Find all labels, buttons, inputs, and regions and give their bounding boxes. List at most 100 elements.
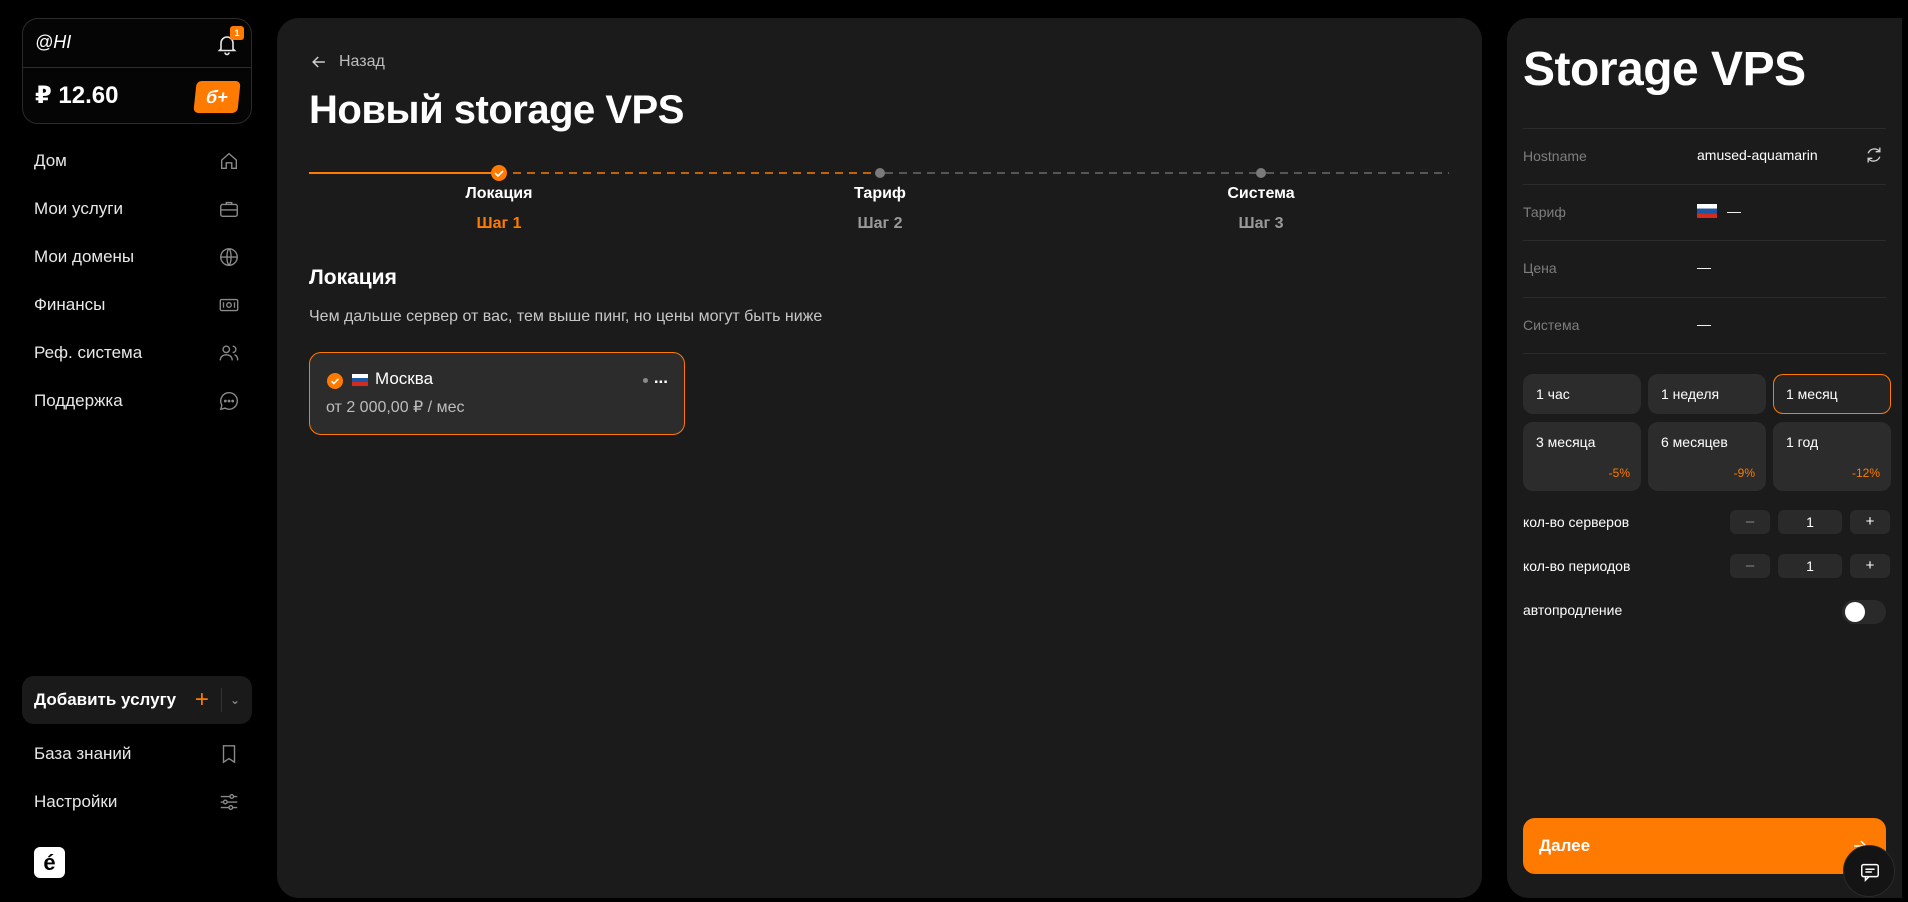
periods-quantity-value[interactable]: 1	[1778, 554, 1842, 578]
main-nav: Дом Мои услуги Мои домены Финансы Реф. с…	[22, 137, 252, 425]
russia-flag-icon	[1697, 204, 1717, 218]
nav-item-label: Поддержка	[34, 391, 123, 410]
add-service-button[interactable]: Добавить услугу + ⌄	[22, 676, 252, 724]
back-label: Назад	[339, 53, 385, 70]
divider	[1523, 353, 1886, 354]
price-value: —	[1697, 259, 1711, 275]
autorenew-label: автопродление	[1523, 602, 1623, 618]
servers-increment-button[interactable]: +	[1850, 510, 1890, 534]
nav-item-referral[interactable]: Реф. система	[22, 329, 252, 377]
period-6-months[interactable]: 6 месяцев -9%	[1648, 422, 1766, 491]
step-2-marker	[875, 168, 885, 178]
period-label: 1 неделя	[1661, 386, 1720, 402]
step-1-label[interactable]: Локация	[399, 185, 599, 203]
step-2-label[interactable]: Тариф	[780, 185, 980, 203]
period-label: 1 год	[1786, 434, 1819, 450]
globe-icon	[220, 248, 238, 266]
summary-title: Storage VPS	[1523, 43, 1806, 96]
order-summary-panel: Storage VPS Hostname amused-aquamarin Та…	[1507, 18, 1902, 898]
refresh-icon[interactable]	[1864, 145, 1884, 165]
username[interactable]: @HI	[35, 32, 71, 53]
location-card-moscow[interactable]: Москва ... от 2 000,00 ₽ / мес	[309, 352, 685, 435]
chevron-down-icon[interactable]: ⌄	[230, 693, 240, 707]
periods-decrement-button[interactable]: –	[1730, 554, 1770, 578]
brand-logo[interactable]: é	[34, 847, 65, 878]
step-3-sub: Шаг 3	[1238, 215, 1284, 232]
nav-item-settings[interactable]: Настройки	[22, 778, 252, 826]
step-3-marker	[1256, 168, 1266, 178]
servers-decrement-button[interactable]: –	[1730, 510, 1770, 534]
next-button[interactable]: Далее	[1523, 818, 1886, 874]
period-label: 1 месяц	[1786, 386, 1838, 402]
period-discount: -12%	[1851, 466, 1880, 480]
step-1-done-marker	[491, 165, 507, 181]
summary-row-hostname: Hostname amused-aquamarin	[1523, 128, 1886, 184]
sliders-icon	[220, 793, 238, 811]
servers-quantity-value[interactable]: 1	[1778, 510, 1842, 534]
periods-quantity-row: кол-во периодов – 1 +	[1523, 551, 1890, 581]
period-1-week[interactable]: 1 неделя	[1648, 374, 1766, 414]
servers-quantity-row: кол-во серверов – 1 +	[1523, 507, 1890, 537]
page-title: Новый storage VPS	[309, 88, 684, 132]
nav-item-label: Мои услуги	[34, 199, 123, 218]
hostname-value[interactable]: amused-aquamarin	[1697, 147, 1818, 163]
nav-item-label: База знаний	[34, 744, 132, 763]
back-button[interactable]: Назад	[309, 52, 385, 72]
servers-label: кол-во серверов	[1523, 514, 1630, 530]
balance: ₽ 12.60	[35, 82, 119, 109]
row-key: Тариф	[1523, 204, 1566, 220]
location-name: Москва	[375, 369, 434, 388]
nav-item-domains[interactable]: Мои домены	[22, 233, 252, 281]
period-1-year[interactable]: 1 год -12%	[1773, 422, 1891, 491]
briefcase-icon	[220, 201, 238, 218]
nav-item-services[interactable]: Мои услуги	[22, 185, 252, 233]
toggle-knob	[1845, 602, 1865, 622]
nav-item-knowledge-base[interactable]: База знаний	[22, 730, 252, 778]
app: @HI 1 ₽ 12.60 б+ Дом Мои услуги Мои доме…	[0, 0, 1908, 902]
location-price: от 2 000,00 ₽ / мес	[326, 399, 465, 416]
home-icon	[220, 152, 238, 170]
nav-item-support[interactable]: Поддержка	[22, 377, 252, 425]
row-key: Система	[1523, 317, 1580, 333]
more-options-button[interactable]: ...	[654, 368, 668, 388]
summary-row-tariff: Тариф —	[1523, 184, 1886, 240]
cash-icon	[219, 298, 239, 312]
step-2-sub: Шаг 2	[857, 215, 903, 232]
users-icon	[219, 345, 239, 361]
period-discount: -9%	[1733, 466, 1755, 480]
secondary-nav: База знаний Настройки	[22, 730, 252, 826]
chat-icon	[1861, 863, 1879, 883]
section-title: Локация	[309, 266, 397, 289]
arrow-left-icon	[312, 56, 325, 68]
row-value-wrap: —	[1697, 203, 1741, 219]
periods-label: кол-во периодов	[1523, 558, 1631, 574]
period-3-months[interactable]: 3 месяца -5%	[1523, 422, 1641, 491]
nav-item-home[interactable]: Дом	[22, 137, 252, 185]
period-1-month[interactable]: 1 месяц	[1773, 374, 1891, 414]
period-label: 6 месяцев	[1661, 434, 1728, 450]
notification-badge: 1	[230, 26, 244, 40]
notifications-button[interactable]: 1	[215, 26, 244, 56]
add-service-label: Добавить услугу	[34, 690, 177, 709]
live-chat-button[interactable]	[1843, 845, 1895, 897]
system-value: —	[1697, 316, 1711, 332]
divider	[23, 67, 251, 68]
period-1-hour[interactable]: 1 час	[1523, 374, 1641, 414]
nav-item-label: Финансы	[34, 295, 106, 314]
main-panel: Назад Новый storage VPS Локация Шаг 1 Та…	[277, 18, 1482, 898]
tariff-value: —	[1727, 203, 1741, 219]
check-icon	[327, 373, 343, 389]
periods-increment-button[interactable]: +	[1850, 554, 1890, 578]
account-card: @HI 1 ₽ 12.60 б+	[22, 18, 252, 124]
step-3-label[interactable]: Система	[1161, 185, 1361, 203]
russia-flag-icon	[352, 374, 368, 386]
stepper-track	[309, 165, 1449, 181]
nav-item-label: Мои домены	[34, 247, 135, 266]
nav-item-finance[interactable]: Финансы	[22, 281, 252, 329]
summary-row-price: Цена —	[1523, 240, 1886, 296]
period-discount: -5%	[1608, 466, 1630, 480]
section-description: Чем дальше сервер от вас, тем выше пинг,…	[309, 308, 823, 325]
bonus-button[interactable]: б+	[193, 81, 241, 113]
bookmark-icon	[222, 745, 236, 764]
autorenew-toggle[interactable]	[1842, 600, 1886, 624]
